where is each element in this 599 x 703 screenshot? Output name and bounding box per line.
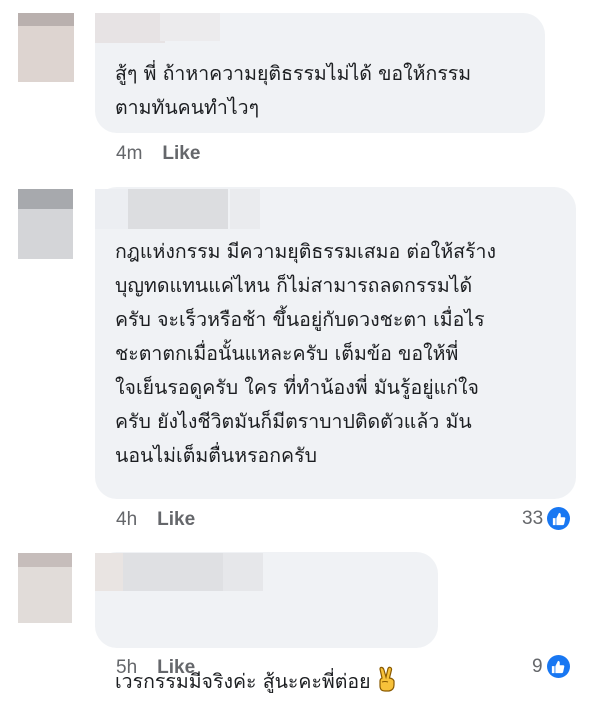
blurred-author-name — [128, 189, 228, 229]
reaction-summary[interactable]: 33 — [522, 507, 571, 530]
blurred-author-name — [123, 553, 223, 591]
comment-time[interactable]: 4h — [116, 509, 137, 531]
reaction-count: 33 — [522, 507, 544, 529]
thumbs-up-icon — [546, 655, 570, 678]
comment-meta: 5h Like — [116, 657, 195, 679]
comment-meta: 4m Like — [116, 143, 200, 165]
comment-bubble: กฎแห่งกรรม มีความยุติธรรมเสมอ ต่อให้สร้า… — [95, 187, 576, 499]
blurred-author-name — [95, 13, 165, 43]
comment-meta: 4h Like — [116, 509, 195, 531]
comment-text: สู้ๆ พี่ ถ้าหาความยุติธรรมไม่ได้ ขอให้กร… — [115, 62, 472, 119]
blurred-avatar-top — [18, 13, 74, 26]
comment-time[interactable]: 4m — [116, 143, 142, 165]
comment-text: เวรกรรมมีจริงค่ะ สู้นะคะพี่ต่อย — [115, 598, 399, 703]
blurred-author-name — [160, 13, 220, 41]
reaction-summary[interactable]: 9 — [532, 655, 570, 678]
like-button[interactable]: Like — [157, 657, 195, 679]
thumbs-up-icon — [547, 507, 571, 530]
blurred-avatar-top — [18, 189, 73, 209]
comment-time[interactable]: 5h — [116, 657, 137, 679]
victory-hand-icon — [375, 632, 399, 703]
blurred-avatar-top — [18, 553, 72, 567]
like-button[interactable]: Like — [162, 143, 200, 165]
blurred-author-name — [95, 553, 123, 591]
comment-text: กฎแห่งกรรม มีความยุติธรรมเสมอ ต่อให้สร้า… — [115, 240, 497, 467]
blurred-author-name — [223, 553, 263, 591]
reaction-count: 9 — [532, 655, 543, 677]
like-button[interactable]: Like — [157, 509, 195, 531]
blurred-author-name — [230, 189, 260, 229]
blurred-author-name — [95, 189, 130, 229]
